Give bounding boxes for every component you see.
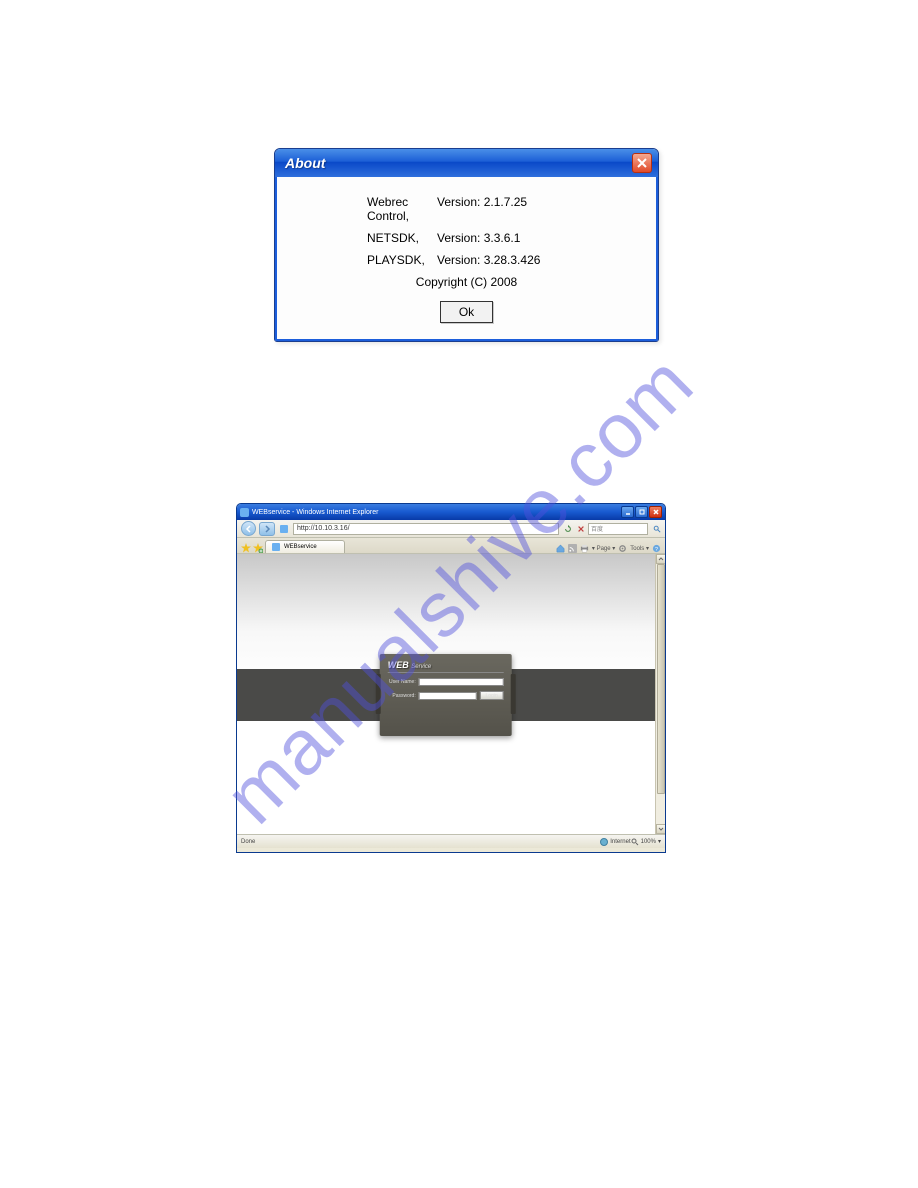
scroll-down-button[interactable] (656, 824, 665, 834)
logo-main: WEB (388, 660, 409, 670)
logo-sub: Service (411, 664, 431, 670)
panel-clip-right (511, 674, 516, 714)
component-name: PLAYSDK, (307, 253, 437, 267)
minimize-icon (625, 509, 631, 515)
browser-tab[interactable]: WEBservice (265, 540, 345, 553)
about-titlebar: About (275, 149, 658, 177)
password-input[interactable] (419, 692, 477, 700)
about-body: Webrec Control, Version: 2.1.7.25 NETSDK… (275, 177, 658, 341)
scroll-up-button[interactable] (656, 554, 665, 564)
toolbar-page-menu[interactable]: ▾ Page ▾ (592, 545, 615, 552)
zoom-control[interactable]: 100% ▾ (631, 838, 661, 846)
close-icon (653, 509, 659, 515)
search-icon[interactable] (653, 525, 661, 533)
login-button[interactable]: Login (479, 691, 503, 700)
arrow-left-icon (245, 525, 253, 533)
globe-icon (600, 838, 608, 846)
back-button[interactable] (241, 521, 256, 536)
toolbar-tools-menu[interactable]: Tools ▾ (630, 545, 649, 552)
login-row-password: Password: Login (388, 691, 504, 700)
chevron-down-icon (658, 826, 664, 832)
password-label: Password: (388, 693, 416, 699)
login-logo: WEB Service (388, 660, 504, 670)
component-version: Version: 2.1.7.25 (437, 195, 527, 223)
add-favorites-icon[interactable] (253, 543, 263, 553)
feeds-icon[interactable] (568, 544, 577, 553)
username-input[interactable] (419, 678, 504, 686)
login-divider (388, 672, 504, 673)
ok-button[interactable]: Ok (440, 301, 493, 323)
browser-title-left: WEBservice - Windows Internet Explorer (240, 508, 378, 517)
component-name: Webrec Control, (307, 195, 437, 223)
browser-content: WEB Service User Name: Password: Login (237, 554, 665, 834)
toolbar-right: ▾ Page ▾ Tools ▾ ? (556, 544, 661, 553)
browser-title: WEBservice - Windows Internet Explorer (252, 509, 378, 516)
home-icon[interactable] (556, 544, 565, 553)
browser-nav-bar: http://10.10.3.16/ 百度 (237, 520, 665, 538)
copyright-text: Copyright (C) 2008 (307, 275, 626, 289)
page-icon (280, 525, 288, 533)
tab-label: WEBservice (284, 544, 317, 550)
status-text: Done (241, 839, 600, 845)
search-placeholder: 百度 (591, 524, 603, 533)
about-row: NETSDK, Version: 3.3.6.1 (307, 231, 626, 245)
forward-button[interactable] (259, 522, 275, 536)
browser-status-bar: Done Internet 100% ▾ (237, 834, 665, 848)
zoom-value: 100% (641, 839, 656, 845)
zone-text: Internet (610, 839, 630, 845)
component-name: NETSDK, (307, 231, 437, 245)
maximize-button[interactable] (635, 506, 648, 518)
refresh-icon[interactable] (564, 525, 572, 533)
favorites-star-icon[interactable] (241, 543, 251, 553)
minimize-button[interactable] (621, 506, 634, 518)
about-row: Webrec Control, Version: 2.1.7.25 (307, 195, 626, 223)
about-dialog: About Webrec Control, Version: 2.1.7.25 … (274, 148, 659, 342)
ie-icon (240, 508, 249, 517)
window-buttons (621, 506, 662, 518)
status-zone: Internet (600, 838, 630, 846)
stop-icon[interactable] (577, 525, 585, 533)
arrow-right-icon (263, 525, 271, 533)
login-panel: WEB Service User Name: Password: Login (380, 654, 512, 736)
svg-text:?: ? (655, 547, 658, 553)
vertical-scrollbar[interactable] (655, 554, 665, 834)
ok-button-row: Ok (307, 301, 626, 323)
component-version: Version: 3.3.6.1 (437, 231, 520, 245)
panel-clip-left (376, 674, 381, 714)
window-close-button[interactable] (649, 506, 662, 518)
maximize-icon (639, 509, 645, 515)
login-row-username: User Name: (388, 678, 504, 686)
search-box[interactable]: 百度 (588, 523, 648, 535)
scroll-thumb[interactable] (657, 564, 665, 794)
username-label: User Name: (388, 679, 416, 685)
about-row: PLAYSDK, Version: 3.28.3.426 (307, 253, 626, 267)
address-bar[interactable]: http://10.10.3.16/ (293, 523, 559, 535)
zoom-icon (631, 838, 639, 846)
print-icon[interactable] (580, 544, 589, 553)
browser-tabs-bar: WEBservice ▾ Page ▾ Tools ▾ ? (237, 538, 665, 554)
tools-gear-icon[interactable] (618, 544, 627, 553)
component-version: Version: 3.28.3.426 (437, 253, 540, 267)
tab-page-icon (272, 543, 280, 551)
browser-titlebar: WEBservice - Windows Internet Explorer (237, 504, 665, 520)
browser-window: WEBservice - Windows Internet Explorer h… (236, 503, 666, 853)
chevron-up-icon (658, 556, 664, 562)
close-icon (637, 158, 647, 168)
about-title: About (285, 155, 325, 171)
close-button[interactable] (632, 153, 652, 173)
help-icon[interactable]: ? (652, 544, 661, 553)
